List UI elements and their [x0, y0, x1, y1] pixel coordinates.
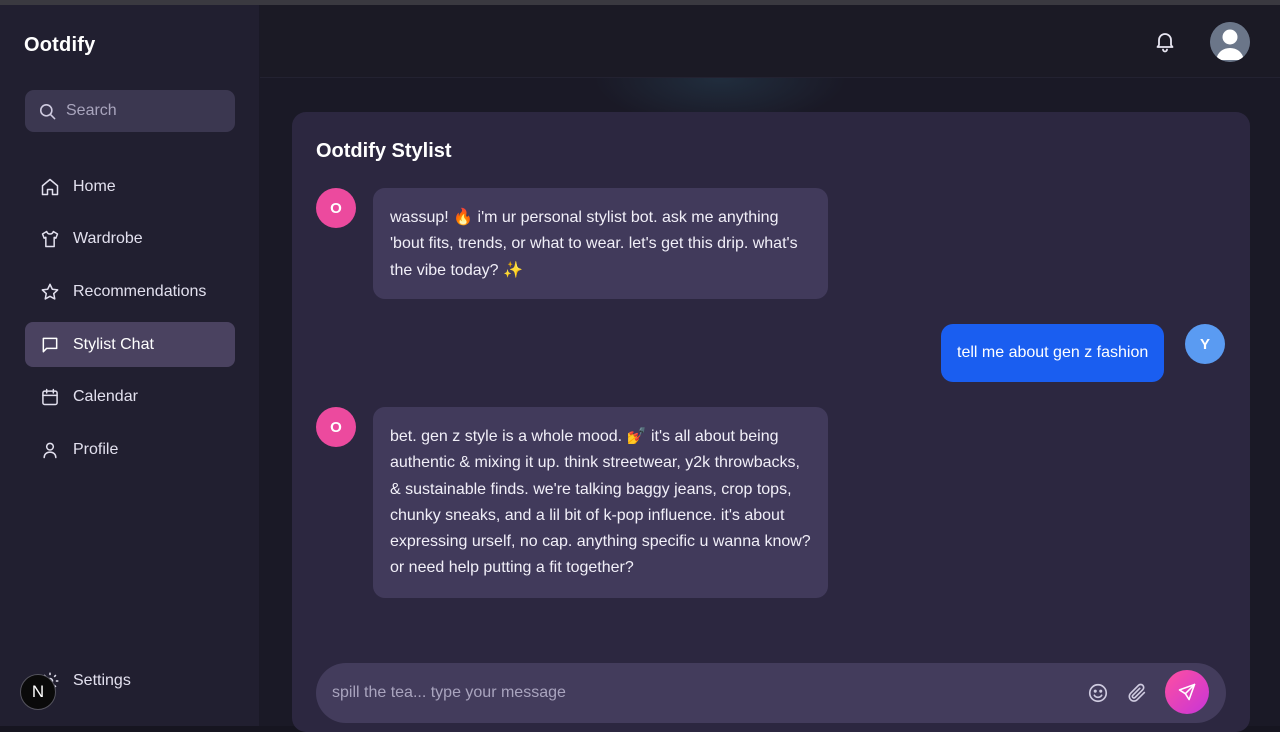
bot-avatar: O	[316, 407, 356, 447]
app-logo[interactable]: Ootdify	[24, 34, 95, 57]
chat-title: Ootdify Stylist	[316, 140, 452, 162]
send-icon	[1178, 683, 1196, 701]
bot-message: wassup! 🔥 i'm ur personal stylist bot. a…	[373, 188, 828, 299]
sidebar-item-stylist-chat[interactable]: Stylist Chat	[25, 322, 235, 368]
home-icon	[41, 178, 59, 195]
star-icon	[41, 283, 59, 300]
smiley-icon[interactable]	[1087, 682, 1109, 704]
sidebar-item-label: Profile	[73, 440, 119, 458]
calendar-icon	[42, 389, 58, 406]
paperclip-icon[interactable]	[1126, 682, 1148, 704]
sidebar-item-label: Wardrobe	[73, 230, 143, 248]
user-avatar: Y	[1185, 324, 1225, 364]
search-placeholder: Search	[66, 102, 117, 119]
search-box[interactable]: Search	[25, 90, 235, 132]
sidebar-item-home[interactable]: Home	[25, 164, 235, 209]
sidebar: Ootdify Search Home Wardrobe Recommendat…	[0, 5, 260, 726]
chat-panel: Ootdify Stylist O wassup! 🔥 i'm ur perso…	[292, 112, 1250, 732]
search-icon	[39, 103, 56, 119]
bot-message: bet. gen z style is a whole mood. 💅 it's…	[373, 407, 828, 598]
shirt-icon	[41, 230, 59, 248]
message-composer	[316, 663, 1226, 723]
sidebar-item-recommendations[interactable]: Recommendations	[25, 269, 235, 314]
user-icon	[43, 442, 57, 459]
settings-label: Settings	[73, 671, 131, 689]
sidebar-nav: Home Wardrobe Recommendations Stylist Ch…	[25, 164, 235, 480]
sidebar-item-label: Home	[73, 177, 116, 195]
sidebar-item-calendar[interactable]: Calendar	[25, 375, 235, 420]
send-button[interactable]	[1165, 670, 1209, 714]
dev-tools-badge[interactable]: N	[20, 674, 56, 710]
chat-icon	[42, 337, 58, 352]
user-message: tell me about gen z fashion	[941, 324, 1165, 382]
avatar[interactable]	[1210, 22, 1250, 62]
sidebar-item-label: Calendar	[73, 388, 138, 406]
message-input[interactable]	[332, 681, 1032, 705]
sidebar-item-label: Stylist Chat	[73, 335, 154, 353]
user-avatar-icon	[1210, 22, 1250, 62]
bot-avatar: O	[316, 188, 356, 228]
sidebar-item-profile[interactable]: Profile	[25, 427, 235, 472]
sidebar-item-label: Recommendations	[73, 282, 207, 300]
top-header	[260, 5, 1280, 78]
sidebar-item-settings[interactable]: Settings	[25, 658, 235, 703]
bell-icon[interactable]	[1153, 29, 1177, 53]
sidebar-item-wardrobe[interactable]: Wardrobe	[25, 217, 235, 262]
